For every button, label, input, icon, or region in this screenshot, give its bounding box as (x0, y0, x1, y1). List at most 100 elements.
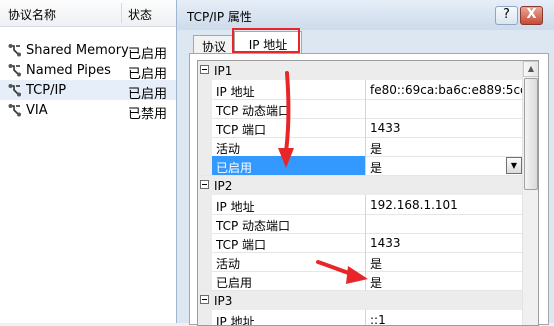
help-button[interactable]: ? (495, 6, 518, 25)
property-value: 是 (370, 161, 383, 175)
protocol-name: VIA (26, 103, 48, 118)
property-key: 已启用 (216, 161, 253, 175)
property-value-cell[interactable]: 192.168.1.101 (366, 195, 522, 214)
property-value: ::1 (370, 313, 386, 326)
property-value-cell[interactable]: 是 (366, 252, 522, 271)
tab-highlight-annotation (232, 28, 300, 53)
property-key-cell: 已启用 (212, 271, 366, 290)
property-key-cell: TCP 端口 (212, 118, 366, 137)
property-value-cell[interactable]: fe80::69ca:ba6c:e889:5cc5%12 (366, 80, 538, 99)
property-key-cell: IP 地址 (212, 80, 366, 99)
property-row[interactable]: 活动 是 (198, 137, 522, 157)
property-key: 已启用 (216, 276, 253, 290)
protocol-row-shared-memory[interactable]: Shared Memory 已启用 (0, 40, 176, 62)
tab-panel-ip-addresses: IP1 IP 地址 fe80::69ca:ba6c:e889:5cc5%12 T… (189, 53, 549, 326)
row-gutter (198, 156, 212, 175)
row-gutter (198, 271, 212, 290)
property-value: 1433 (370, 121, 401, 135)
vertical-scrollbar[interactable]: ▲ (522, 61, 538, 325)
collapse-icon[interactable] (200, 180, 209, 189)
property-row[interactable]: TCP 动态端口 (198, 99, 522, 119)
property-key: IP 地址 (216, 315, 255, 326)
scrollbar-thumb[interactable] (524, 78, 538, 190)
dialog-titlebar[interactable]: TCP/IP 属性 ? X (177, 0, 554, 30)
property-row[interactable]: IP 地址 fe80::69ca:ba6c:e889:5cc5%12 (198, 80, 538, 100)
property-value: 是 (370, 276, 383, 290)
property-key-cell: IP 地址 (212, 195, 366, 214)
property-row[interactable]: TCP 动态端口 (198, 214, 522, 234)
column-header-protocol-name[interactable]: 协议名称 (8, 6, 56, 23)
property-value-cell[interactable]: ::1 (366, 310, 522, 326)
property-key: IP 地址 (216, 200, 255, 214)
property-row[interactable]: IP 地址 ::1 (198, 310, 522, 326)
protocol-row-via[interactable]: VIA 已禁用 (0, 100, 176, 122)
section-label: IP2 (214, 179, 233, 193)
property-key: 活动 (216, 142, 241, 156)
property-key-cell: 活动 (212, 137, 366, 156)
dialog-title: TCP/IP 属性 (187, 10, 252, 24)
enabled-dropdown[interactable]: 是 ▼ (366, 156, 522, 175)
property-value: 192.168.1.101 (370, 198, 458, 212)
row-gutter (198, 195, 212, 214)
property-key: TCP 动态端口 (216, 104, 291, 118)
row-gutter (198, 137, 212, 156)
row-gutter (198, 310, 212, 325)
protocol-name: TCP/IP (26, 83, 67, 98)
property-row[interactable]: IP 地址 192.168.1.101 (198, 195, 522, 215)
section-header-ip1[interactable]: IP1 (198, 61, 522, 80)
property-value-cell[interactable] (366, 214, 522, 233)
tab-protocol[interactable]: 协议 (193, 35, 235, 55)
property-key: 活动 (216, 257, 241, 271)
property-value: 是 (370, 142, 383, 156)
section-label: IP3 (214, 294, 233, 308)
protocol-row-tcp-ip[interactable]: TCP/IP 已启用 (0, 80, 176, 102)
column-header-status[interactable]: 状态 (128, 6, 152, 23)
section-label: IP1 (214, 64, 233, 78)
row-gutter (198, 118, 212, 137)
row-gutter (198, 99, 212, 118)
row-gutter (198, 252, 212, 271)
property-value-cell[interactable]: 1433 (366, 118, 522, 137)
property-value-cell[interactable]: 1433 (366, 233, 522, 252)
protocol-list: 协议名称 状态 Shared Memory 已启用 Named Pipes 已启… (0, 0, 177, 323)
column-separator[interactable] (121, 3, 122, 23)
section-header-ip2[interactable]: IP2 (198, 176, 522, 195)
property-value-cell[interactable]: 是 (366, 271, 522, 290)
protocol-name: Shared Memory (26, 43, 129, 58)
property-row[interactable]: 活动 是 (198, 252, 522, 272)
collapse-icon[interactable] (200, 295, 209, 304)
property-key-cell: IP 地址 (212, 310, 366, 326)
property-value: 1433 (370, 236, 401, 250)
property-key-cell: 活动 (212, 252, 366, 271)
property-value-cell[interactable]: 是 (366, 137, 522, 156)
property-row-selected[interactable]: 已启用 是 ▼ (198, 156, 522, 176)
property-row[interactable]: TCP 端口 1433 (198, 118, 522, 138)
close-button[interactable]: X (520, 6, 543, 25)
network-protocol-icon (8, 64, 21, 77)
property-value: fe80::69ca:ba6c:e889:5cc5%12 (370, 83, 538, 97)
property-key: TCP 端口 (216, 123, 267, 137)
property-value-cell[interactable] (366, 99, 522, 118)
property-row[interactable]: TCP 端口 1433 (198, 233, 522, 253)
property-value: 是 (370, 257, 383, 271)
network-protocol-icon (8, 104, 21, 117)
section-header-ip3[interactable]: IP3 (198, 291, 522, 310)
row-gutter (198, 214, 212, 233)
scroll-up-icon[interactable]: ▲ (523, 61, 538, 77)
dropdown-arrow-icon[interactable]: ▼ (506, 157, 522, 174)
property-key: IP 地址 (216, 85, 255, 99)
property-key-cell: TCP 端口 (212, 233, 366, 252)
property-key-cell: TCP 动态端口 (212, 214, 366, 233)
protocol-list-header: 协议名称 状态 (0, 0, 176, 27)
collapse-icon[interactable] (200, 65, 209, 74)
property-key-cell: TCP 动态端口 (212, 99, 366, 118)
network-protocol-icon (8, 84, 21, 97)
row-gutter (198, 233, 212, 252)
property-grid: IP1 IP 地址 fe80::69ca:ba6c:e889:5cc5%12 T… (197, 60, 539, 326)
protocol-name: Named Pipes (26, 63, 111, 78)
network-protocol-icon (8, 44, 21, 57)
property-key-cell: 已启用 (212, 156, 366, 175)
property-row[interactable]: 已启用 是 (198, 271, 522, 291)
row-gutter (198, 80, 212, 99)
protocol-row-named-pipes[interactable]: Named Pipes 已启用 (0, 60, 176, 82)
